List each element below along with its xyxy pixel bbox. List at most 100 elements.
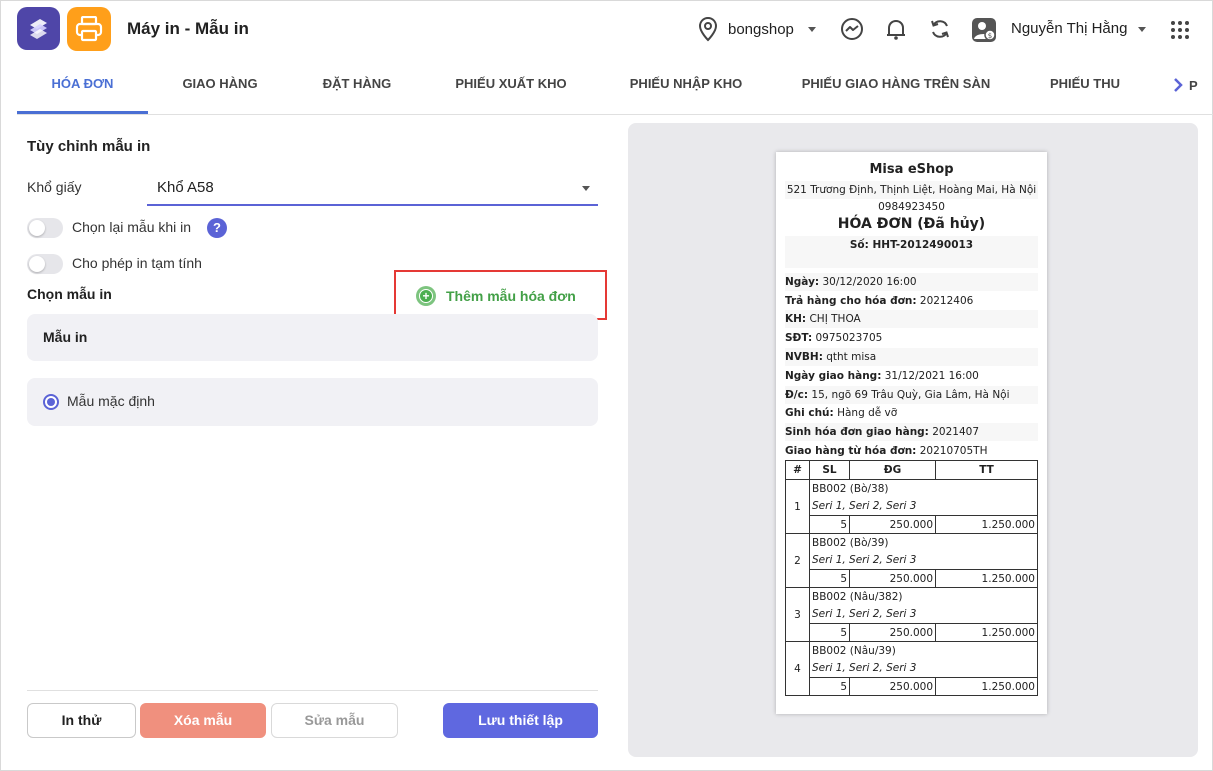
table-row: Seri 1, Seri 2, Seri 3 <box>786 605 1038 624</box>
item-qty: 5 <box>809 515 850 534</box>
column-header: TT <box>935 460 1038 480</box>
table-row: Seri 1, Seri 2, Seri 3 <box>786 659 1038 678</box>
item-serial: Seri 1, Seri 2, Seri 3 <box>809 605 1038 624</box>
add-invoice-template-button[interactable]: + Thêm mẫu hóa đơn <box>416 286 576 306</box>
footer-divider <box>27 690 598 691</box>
template-item-default[interactable]: Mẫu mặc định <box>27 378 598 426</box>
edit-template-button[interactable]: Sửa mẫu <box>271 703 398 738</box>
table-row: Seri 1, Seri 2, Seri 3 <box>786 551 1038 570</box>
bell-icon[interactable] <box>884 17 908 41</box>
sync-icon[interactable] <box>928 17 952 41</box>
save-settings-button[interactable]: Lưu thiết lập <box>443 703 598 738</box>
paper-size-label: Khổ giấy <box>27 179 82 195</box>
receipt-field: Sinh hóa đơn giao hàng: 2021407 <box>785 423 1038 441</box>
item-name: BB002 (Bò/39) <box>809 533 1038 552</box>
table-row: 5 250.000 1.250.000 <box>786 677 1038 696</box>
tab-phieu-xuat-kho[interactable]: PHIẾU XUẤT KHO <box>447 60 575 114</box>
item-index: 3 <box>785 587 810 642</box>
tab-phieu-thu[interactable]: PHIẾU THU <box>1042 60 1128 114</box>
table-row: Seri 1, Seri 2, Seri 3 <box>786 497 1038 516</box>
table-row: 2 BB002 (Bò/39) <box>785 533 1038 588</box>
column-header: ĐG <box>849 460 936 480</box>
item-price: 250.000 <box>849 623 936 642</box>
receipt-field: NVBH: qtht misa <box>785 348 1038 366</box>
item-name: BB002 (Bò/38) <box>809 479 1038 498</box>
user-name[interactable]: Nguyễn Thị Hằng <box>1011 20 1127 37</box>
template-list-header: Mẫu in <box>27 314 598 361</box>
receipt-field: Đ/c: 15, ngõ 69 Trâu Quỳ, Gia Lâm, Hà Nộ… <box>785 386 1038 404</box>
template-list-header-label: Mẫu in <box>43 329 88 345</box>
chevron-right-icon <box>1174 78 1183 92</box>
template-radio[interactable] <box>43 394 59 410</box>
column-header: SL <box>809 460 850 480</box>
column-header: # <box>785 460 810 480</box>
item-qty: 5 <box>809 677 850 696</box>
receipt-address: 521 Trương Định, Thịnh Liệt, Hoàng Mai, … <box>785 181 1038 199</box>
tab-phieu-nhap-kho[interactable]: PHIẾU NHẬP KHO <box>620 60 752 114</box>
user-avatar-icon[interactable]: $ <box>971 17 997 43</box>
table-header-row: # SL ĐG TT <box>785 460 1038 480</box>
table-row: 5 250.000 1.250.000 <box>786 515 1038 534</box>
shop-name: bongshop <box>728 20 794 38</box>
location-pin-icon <box>698 16 718 41</box>
add-circle-icon: + <box>416 286 436 306</box>
tab-hoa-don[interactable]: HÓA ĐƠN <box>17 60 148 114</box>
reselect-template-label: Chọn lại mẫu khi in <box>72 219 192 235</box>
paper-size-select[interactable]: Khổ A58 <box>147 172 598 206</box>
chevron-down-icon[interactable] <box>1138 27 1146 32</box>
app-logo-icon[interactable] <box>17 7 60 50</box>
svg-text:$: $ <box>988 32 992 40</box>
item-name: BB002 (Nâu/39) <box>809 641 1038 660</box>
delete-template-button[interactable]: Xóa mẫu <box>140 703 266 738</box>
receipt-shop-name: Misa eShop <box>869 162 954 177</box>
item-price: 250.000 <box>849 515 936 534</box>
tab-dat-hang[interactable]: ĐẶT HÀNG <box>305 60 409 114</box>
item-index: 4 <box>785 641 810 696</box>
add-invoice-template-label: Thêm mẫu hóa đơn <box>446 288 576 304</box>
chevron-down-icon <box>807 26 816 32</box>
messenger-icon[interactable] <box>840 17 864 41</box>
item-total: 1.250.000 <box>935 677 1038 696</box>
temp-print-label: Cho phép in tạm tính <box>72 255 202 271</box>
paper-size-value: Khổ A58 <box>157 179 214 196</box>
test-print-button[interactable]: In thử <box>27 703 136 738</box>
top-header: Máy in - Mẫu in bongshop $ Nguyễn Thị Hằ… <box>0 0 1213 60</box>
temp-print-toggle[interactable] <box>27 254 63 274</box>
receipt-preview: Misa eShop 521 Trương Định, Thịnh Liệt, … <box>776 152 1047 714</box>
apps-grid-icon[interactable] <box>1170 20 1190 40</box>
receipt-field: Ngày: 30/12/2020 16:00 <box>785 273 1038 291</box>
item-total: 1.250.000 <box>935 515 1038 534</box>
table-row: 1 BB002 (Bò/38) <box>785 479 1038 534</box>
tab-overflow-label: P <box>1189 77 1198 93</box>
item-qty: 5 <box>809 623 850 642</box>
item-index: 2 <box>785 533 810 588</box>
add-template-highlight: + Thêm mẫu hóa đơn <box>394 270 607 320</box>
item-qty: 5 <box>809 569 850 588</box>
tab-giao-hang[interactable]: GIAO HÀNG <box>165 60 275 114</box>
shop-selector[interactable]: bongshop <box>698 16 816 42</box>
receipt-number: Số: HHT-2012490013 <box>785 236 1038 268</box>
choose-template-title: Chọn mẫu in <box>27 286 112 302</box>
item-serial: Seri 1, Seri 2, Seri 3 <box>809 551 1038 570</box>
page-title: Máy in - Mẫu in <box>127 19 249 38</box>
table-row: 5 250.000 1.250.000 <box>786 569 1038 588</box>
receipt-field: Ghi chú: Hàng dễ vỡ <box>785 407 898 419</box>
printer-icon <box>67 7 111 51</box>
table-row: 3 BB002 (Nâu/382) <box>785 587 1038 642</box>
receipt-title: HÓA ĐƠN (Đã hủy) <box>837 216 986 232</box>
item-serial: Seri 1, Seri 2, Seri 3 <box>809 497 1038 516</box>
reselect-template-toggle[interactable] <box>27 218 63 238</box>
tab-phieu-giao-hang-tren-san[interactable]: PHIẾU GIAO HÀNG TRÊN SÀN <box>797 60 995 114</box>
item-price: 250.000 <box>849 569 936 588</box>
receipt-items-table: # SL ĐG TT 1 BB002 (Bò/38) Seri 1, Seri … <box>785 460 1038 696</box>
help-icon[interactable]: ? <box>207 218 227 238</box>
settings-title: Tùy chỉnh mẫu in <box>27 138 151 155</box>
chevron-down-icon <box>582 186 590 191</box>
item-price: 250.000 <box>849 677 936 696</box>
item-index: 1 <box>785 479 810 534</box>
tabs-scroll-next[interactable]: P <box>1173 77 1198 93</box>
receipt-phone: 0984923450 <box>878 201 945 213</box>
receipt-field: Giao hàng từ hóa đơn: 20210705TH <box>785 445 988 457</box>
receipt-field: SĐT: 0975023705 <box>785 332 883 344</box>
item-serial: Seri 1, Seri 2, Seri 3 <box>809 659 1038 678</box>
